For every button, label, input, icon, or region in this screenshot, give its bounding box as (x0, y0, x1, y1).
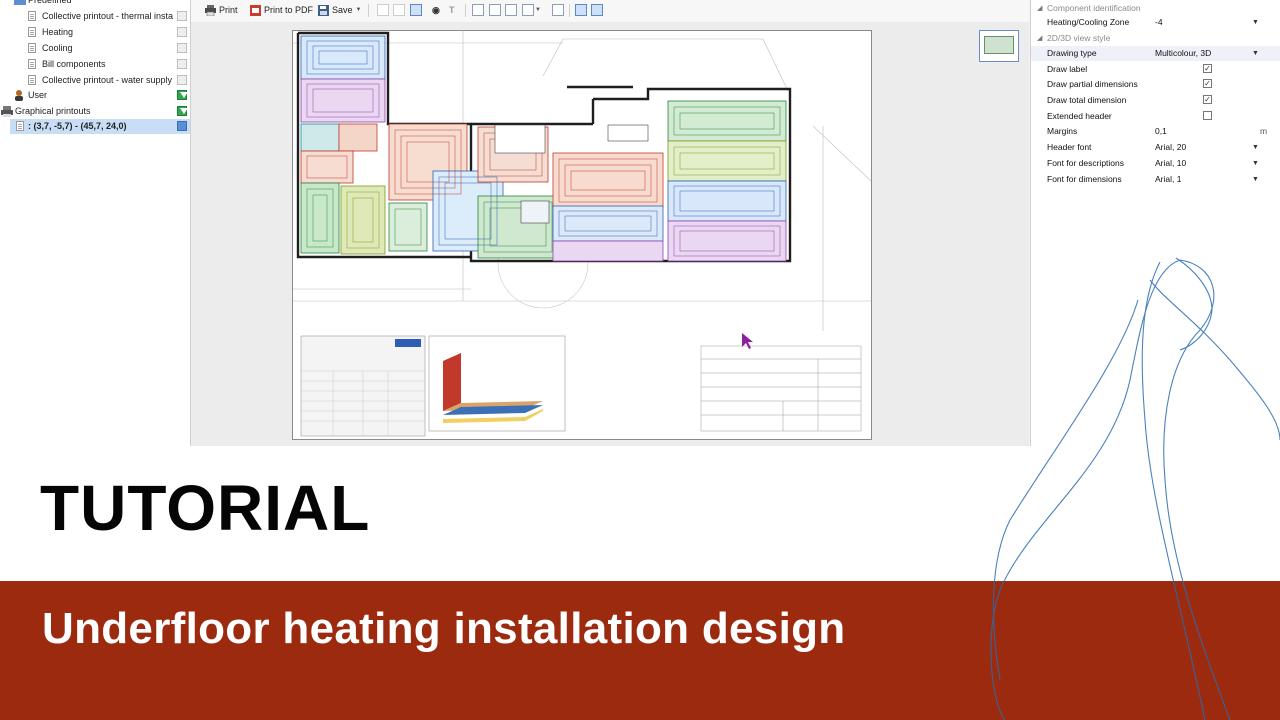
tree-item-user[interactable]: User (0, 88, 190, 103)
chevron-down-icon[interactable]: ▼ (1252, 156, 1259, 171)
extended-header-checkbox[interactable] (1203, 111, 1212, 120)
user-icon (15, 90, 23, 101)
paste-icon[interactable] (393, 4, 405, 16)
prop-draw-partial-dimensions[interactable]: Draw partial dimensions ✓ (1031, 77, 1280, 92)
drawing-canvas[interactable] (191, 22, 1029, 446)
page-thumbnail[interactable] (979, 30, 1019, 62)
collapse-icon: ◢ (1037, 5, 1043, 12)
partial-dimensions-checkbox[interactable]: ✓ (1203, 79, 1212, 88)
add-button[interactable] (177, 106, 187, 116)
item-action-button[interactable] (177, 75, 187, 85)
tree-item-graphical-printouts[interactable]: Graphical printouts (0, 104, 190, 119)
floor-plan-drawing (293, 31, 872, 437)
printer-icon (1, 106, 13, 117)
prop-draw-label[interactable]: Draw label ✓ (1031, 62, 1280, 77)
item-action-button[interactable] (177, 11, 187, 21)
tutorial-heading: TUTORIAL (40, 472, 371, 544)
prop-header-font[interactable]: Header font Arial, 20 ▼ (1031, 140, 1280, 155)
chevron-down-icon[interactable]: ▼ (535, 3, 541, 18)
item-action-button[interactable] (177, 43, 187, 53)
text-icon[interactable]: T (449, 3, 455, 18)
section-component-identification[interactable]: ◢ Component identification (1031, 1, 1280, 16)
add-button[interactable] (177, 90, 187, 100)
prop-font-dimensions[interactable]: Font for dimensions Arial, 1 ▼ (1031, 172, 1280, 187)
tutorial-subtitle: Underfloor heating installation design (42, 604, 846, 653)
layout-left-icon[interactable] (489, 4, 501, 16)
document-icon (28, 27, 36, 37)
print-button[interactable]: Print (205, 3, 238, 18)
section-view-style[interactable]: ◢ 2D/3D view style (1031, 31, 1280, 46)
collapse-icon: ◢ (1037, 35, 1043, 42)
copy-icon[interactable] (377, 4, 389, 16)
chevron-down-icon[interactable]: ▼ (1252, 172, 1259, 187)
chevron-down-icon: ▼ (355, 7, 362, 13)
document-icon (16, 121, 24, 131)
printout-tree: Predefined Collective printout - thermal… (0, 0, 191, 446)
prop-heating-zone[interactable]: Heating/Cooling Zone -4 ▼ (1031, 15, 1280, 30)
prop-margins[interactable]: Margins 0,1 m (1031, 124, 1280, 139)
document-icon (28, 75, 36, 85)
document-icon (28, 59, 36, 69)
save-button[interactable]: Save ▼ (318, 3, 361, 18)
tree-item-heating[interactable]: Heating (0, 25, 190, 40)
properties-panel: ◢ Component identification Heating/Cooli… (1030, 0, 1280, 446)
prop-drawing-type[interactable]: Drawing type Multicolour, 3D ▼ (1031, 46, 1280, 61)
toolbar-separator (569, 4, 570, 17)
draw-label-checkbox[interactable]: ✓ (1203, 64, 1212, 73)
layout-single-icon[interactable] (472, 4, 484, 16)
print-pdf-button[interactable]: Print to PDF (250, 3, 313, 18)
page-layout-icon[interactable] (410, 4, 422, 16)
document-icon (28, 43, 36, 53)
tree-item-graphical-printout-selected[interactable]: : (3,7, -5,7) - (45,7, 24,0) (10, 119, 190, 134)
layout-grid-icon[interactable] (522, 4, 534, 16)
save-icon (318, 5, 329, 16)
toolbar-separator (368, 4, 369, 17)
tree-item-thermal[interactable]: Collective printout - thermal insta (0, 9, 190, 24)
document-icon (28, 11, 36, 21)
binoculars-icon[interactable]: ◉ (432, 3, 440, 18)
fit-view-icon[interactable] (552, 4, 564, 16)
prop-draw-total-dimension[interactable]: Draw total dimension ✓ (1031, 93, 1280, 108)
toolbar: Print Print to PDF Save ▼ ◉ T ▼ (191, 0, 1029, 23)
list-view-icon[interactable] (591, 4, 603, 16)
item-action-button[interactable] (177, 59, 187, 69)
view-toggle-icon[interactable] (575, 4, 587, 16)
tree-item-bill-components[interactable]: Bill components (0, 57, 190, 72)
item-action-button[interactable] (177, 27, 187, 37)
chevron-down-icon[interactable]: ▼ (1252, 46, 1259, 61)
chevron-down-icon[interactable]: ▼ (1252, 15, 1259, 30)
folder-icon (14, 0, 26, 5)
pdf-icon (250, 5, 261, 16)
tree-item-predefined[interactable]: Predefined (0, 0, 190, 8)
layout-split-icon[interactable] (505, 4, 517, 16)
item-action-button[interactable] (177, 121, 187, 131)
toolbar-separator (465, 4, 466, 17)
prop-extended-header[interactable]: Extended header (1031, 109, 1280, 124)
tree-item-cooling[interactable]: Cooling (0, 41, 190, 56)
tree-item-water-supply[interactable]: Collective printout - water supply (0, 73, 190, 88)
print-sheet[interactable] (292, 30, 872, 440)
total-dimension-checkbox[interactable]: ✓ (1203, 95, 1212, 104)
chevron-down-icon[interactable]: ▼ (1252, 140, 1259, 155)
printer-icon (205, 5, 216, 16)
prop-font-descriptions[interactable]: Font for descriptions Arial, 10 ▼ (1031, 156, 1280, 171)
app-window: Predefined Collective printout - thermal… (0, 0, 1280, 446)
